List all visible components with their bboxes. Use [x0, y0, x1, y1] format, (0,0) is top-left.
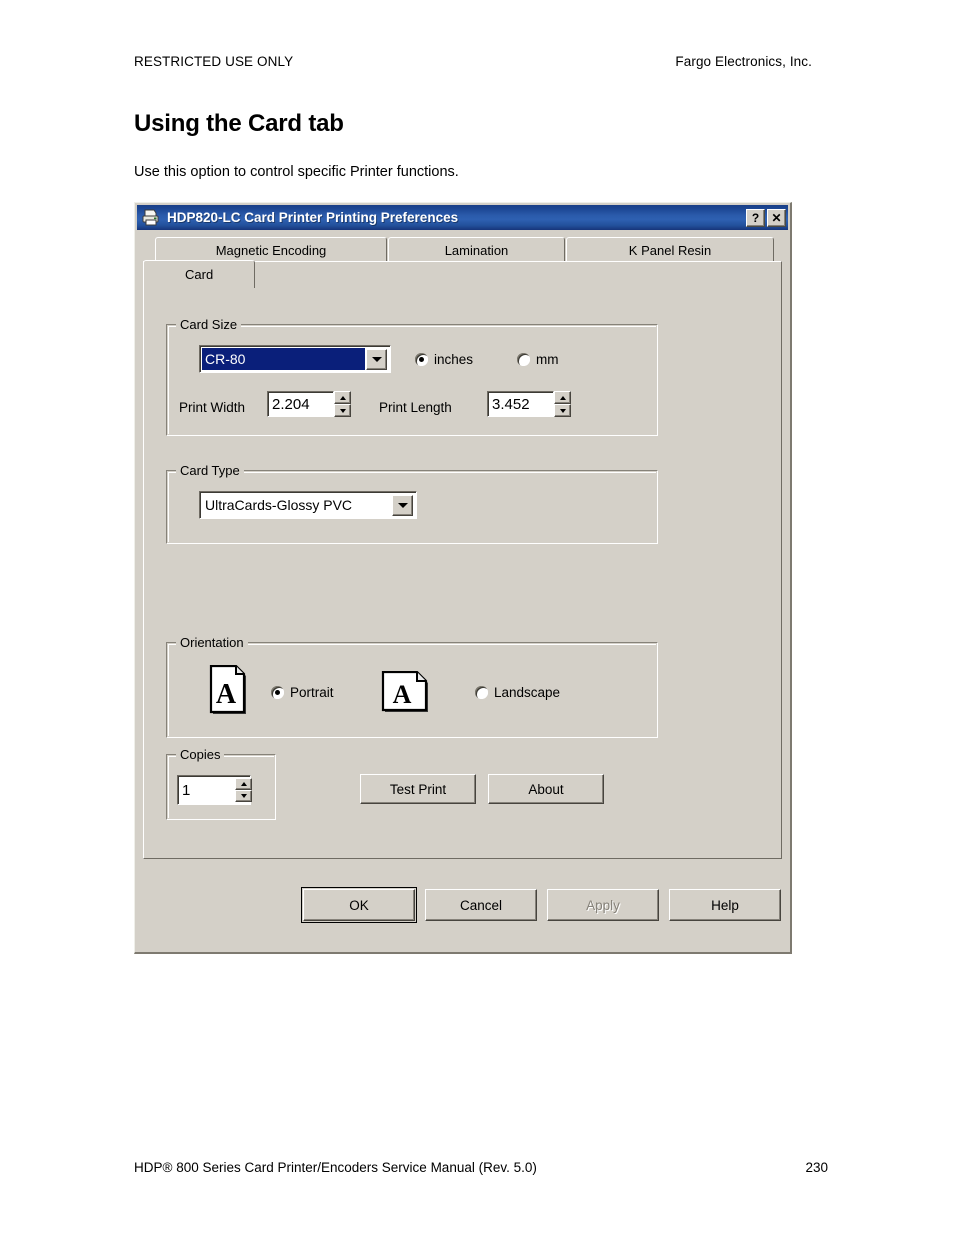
- card-type-group-label: Card Type: [176, 463, 244, 478]
- print-length-down-button[interactable]: [554, 404, 571, 417]
- radio-dot-icon: [271, 686, 284, 699]
- help-button[interactable]: Help: [669, 889, 781, 921]
- print-width-stepper[interactable]: [334, 391, 351, 417]
- svg-text:A: A: [216, 679, 237, 710]
- header-right-text: Fargo Electronics, Inc.: [675, 54, 812, 69]
- orientation-group-label: Orientation: [176, 635, 248, 650]
- orientation-portrait-radio[interactable]: Portrait: [271, 685, 334, 700]
- cancel-button[interactable]: Cancel: [425, 889, 537, 921]
- units-mm-radio[interactable]: mm: [517, 352, 559, 367]
- print-width-input[interactable]: 2.204: [267, 391, 334, 417]
- ok-button[interactable]: OK: [301, 887, 417, 923]
- print-length-label: Print Length: [379, 400, 452, 415]
- print-width-up-button[interactable]: [334, 391, 351, 404]
- orientation-group: Orientation A Portrait A Landscape: [166, 635, 658, 738]
- copies-group: Copies 1: [166, 747, 276, 820]
- dialog-button-bar: OK Cancel Apply Help: [135, 867, 790, 953]
- orientation-landscape-label: Landscape: [494, 685, 561, 700]
- print-length-input[interactable]: 3.452: [487, 391, 554, 417]
- tab-card[interactable]: Card: [143, 260, 256, 288]
- printing-preferences-dialog: HDP820-LC Card Printer Printing Preferen…: [134, 202, 792, 954]
- chevron-down-icon[interactable]: [366, 348, 387, 370]
- test-print-button[interactable]: Test Print: [360, 774, 476, 804]
- page-landscape-icon: A: [381, 670, 435, 718]
- card-tab-panel: Card Size CR-80 inches mm Print Width 2.…: [143, 261, 782, 859]
- units-inches-label: inches: [434, 352, 474, 367]
- card-size-value: CR-80: [202, 348, 365, 370]
- dialog-titlebar[interactable]: HDP820-LC Card Printer Printing Preferen…: [137, 205, 788, 230]
- card-type-combobox[interactable]: UltraCards-Glossy PVC: [199, 491, 417, 519]
- units-mm-label: mm: [536, 352, 559, 367]
- titlebar-close-button[interactable]: ✕: [767, 208, 786, 227]
- card-type-group: Card Type UltraCards-Glossy PVC: [166, 463, 658, 544]
- page-footer: HDP® 800 Series Card Printer/Encoders Se…: [134, 1160, 834, 1175]
- radio-dot-icon: [475, 686, 488, 699]
- card-size-group: Card Size CR-80 inches mm Print Width 2.…: [166, 317, 658, 436]
- copies-down-button[interactable]: [235, 790, 252, 802]
- footer-manual-title: HDP® 800 Series Card Printer/Encoders Se…: [134, 1160, 537, 1175]
- orientation-portrait-label: Portrait: [290, 685, 334, 700]
- titlebar-help-button[interactable]: ?: [746, 208, 765, 227]
- page-header: RESTRICTED USE ONLY Fargo Electronics, I…: [134, 54, 812, 69]
- radio-dot-icon: [517, 353, 530, 366]
- orientation-landscape-radio[interactable]: Landscape: [475, 685, 560, 700]
- copies-stepper[interactable]: [235, 778, 252, 802]
- card-type-value: UltraCards-Glossy PVC: [205, 497, 353, 513]
- copies-up-button[interactable]: [235, 778, 252, 790]
- print-width-down-button[interactable]: [334, 404, 351, 417]
- dialog-title: HDP820-LC Card Printer Printing Preferen…: [167, 210, 459, 225]
- print-length-stepper[interactable]: [554, 391, 571, 417]
- apply-button: Apply: [547, 889, 659, 921]
- print-width-label: Print Width: [179, 400, 246, 415]
- header-left-text: RESTRICTED USE ONLY: [134, 54, 294, 69]
- page-title: Using the Card tab: [134, 110, 344, 137]
- page-intro-text: Use this option to control specific Prin…: [134, 164, 459, 180]
- chevron-down-icon[interactable]: [392, 494, 413, 516]
- print-length-up-button[interactable]: [554, 391, 571, 404]
- page-number: 230: [805, 1160, 828, 1175]
- svg-text:A: A: [393, 680, 412, 709]
- card-size-combobox[interactable]: CR-80: [199, 345, 391, 373]
- tab-k-panel-resin[interactable]: K Panel Resin: [566, 237, 774, 263]
- copies-group-label: Copies: [176, 747, 225, 762]
- page-portrait-icon: A: [209, 664, 251, 722]
- card-size-group-label: Card Size: [176, 317, 242, 332]
- radio-dot-icon: [415, 353, 428, 366]
- printer-icon: [141, 209, 161, 226]
- about-button[interactable]: About: [488, 774, 604, 804]
- units-inches-radio[interactable]: inches: [415, 352, 473, 367]
- tab-lamination[interactable]: Lamination: [388, 237, 565, 263]
